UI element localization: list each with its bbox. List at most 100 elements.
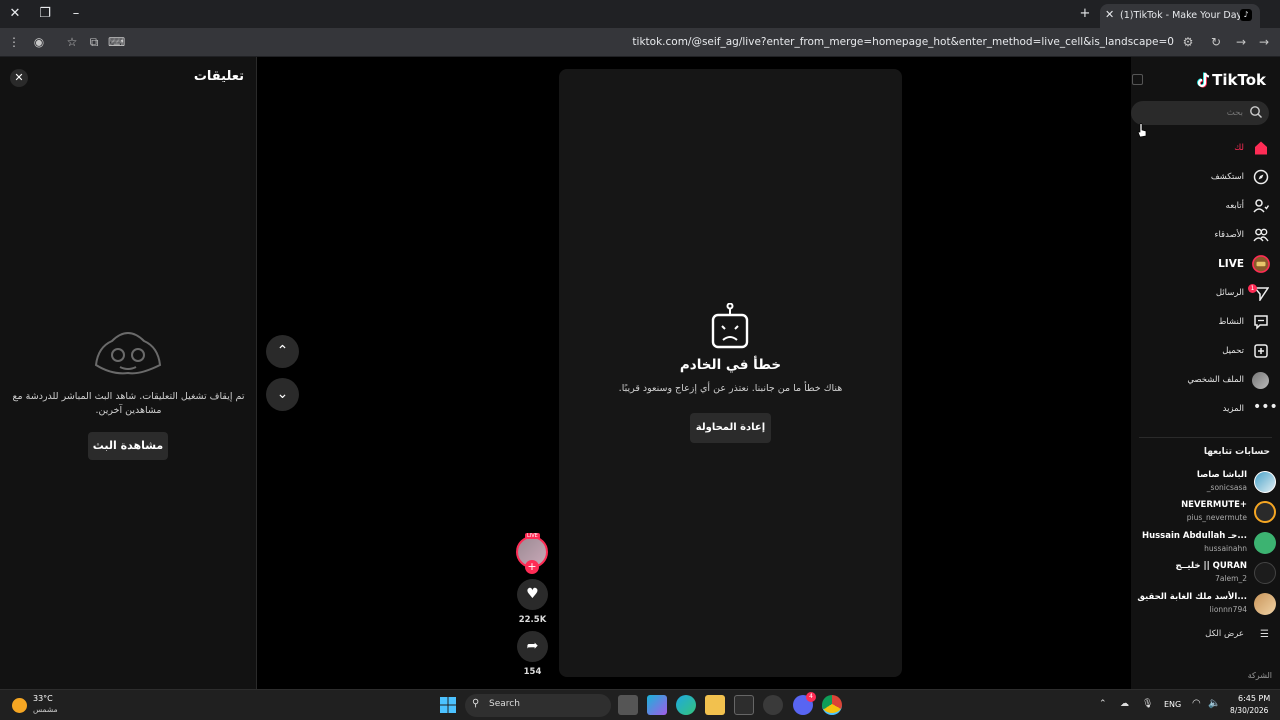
- collapse-sidebar-icon[interactable]: [1132, 74, 1143, 85]
- watch-live-button[interactable]: مشاهدة البث: [88, 432, 168, 460]
- live-video-player: خطأ في الخادم هناك خطأ ما من جانبنا. نعت…: [559, 69, 902, 677]
- account-name: الأسد ملك الغابة الحقيق...: [1137, 592, 1247, 602]
- tiktok-logo[interactable]: TikTok: [1197, 71, 1266, 89]
- nav-label: الرسائل: [1215, 288, 1244, 298]
- windows-start-icon[interactable]: [438, 695, 458, 715]
- nav-upload[interactable]: تحميل: [1131, 339, 1280, 365]
- share-button[interactable]: ➦: [517, 631, 548, 662]
- tiktok-page: ✕ تعليقات تم إيقاف تشغيل التعليقات. شاهد…: [0, 57, 1280, 689]
- following-accounts-title: حسابات تتابعها: [1203, 447, 1270, 457]
- task-view-icon[interactable]: [618, 695, 638, 715]
- bookmark-star-icon[interactable]: ☆: [64, 34, 80, 50]
- comments-disabled-message: تم إيقاف تشغيل التعليقات. شاهد البث المب…: [12, 391, 245, 416]
- account-handle: 7alem_2: [1215, 574, 1247, 583]
- microphone-icon[interactable]: 🎙: [1142, 699, 1153, 709]
- follow-plus-button[interactable]: +: [525, 560, 539, 574]
- search-input[interactable]: [1139, 105, 1243, 121]
- minimize-window-icon[interactable]: –: [67, 5, 85, 23]
- account-handle: hussainahn: [1204, 544, 1247, 553]
- nav-live[interactable]: LIVE: [1131, 252, 1280, 278]
- nav-activity[interactable]: النشاط: [1131, 310, 1280, 336]
- close-tab-icon[interactable]: ✕: [1105, 8, 1114, 21]
- taskbar-search[interactable]: ⚲ Search: [465, 694, 611, 717]
- close-window-icon[interactable]: ✕: [6, 5, 24, 23]
- clock-date[interactable]: 8/30/2026: [1230, 706, 1268, 715]
- forward-icon[interactable]: →: [1233, 34, 1249, 50]
- store-icon[interactable]: [734, 695, 754, 715]
- heart-icon: ♥: [526, 586, 539, 602]
- account-name: الباشا صاصا: [1196, 470, 1247, 480]
- friends-icon: [1253, 228, 1269, 242]
- likes-count: 22.5K: [518, 615, 547, 625]
- nav-label: LIVE: [1218, 258, 1244, 270]
- language-indicator[interactable]: ENG: [1164, 700, 1181, 709]
- nav-for-you[interactable]: لك: [1131, 136, 1280, 162]
- reload-icon[interactable]: ↻: [1208, 34, 1224, 50]
- nav-more[interactable]: المزيد •••: [1131, 397, 1280, 423]
- new-tab-icon[interactable]: +: [1076, 5, 1094, 23]
- nav-messages[interactable]: الرسائل 1: [1131, 281, 1280, 307]
- taskbar-search-label: Search: [489, 699, 520, 709]
- chrome-icon[interactable]: [822, 695, 842, 715]
- sun-icon: [12, 698, 27, 713]
- tiktok-note-icon: [1197, 72, 1210, 88]
- volume-icon[interactable]: 🔈: [1208, 698, 1220, 709]
- robot-error-icon: [711, 303, 749, 349]
- retry-button[interactable]: إعادة المحاولة: [690, 413, 771, 443]
- nav-friends[interactable]: الأصدقاء: [1131, 223, 1280, 249]
- back-icon[interactable]: →: [1256, 34, 1272, 50]
- menu-dots-icon[interactable]: ⋮: [6, 34, 22, 50]
- wifi-icon[interactable]: ◠: [1192, 698, 1201, 709]
- site-settings-icon[interactable]: ⚙: [1180, 34, 1196, 50]
- comments-off-illustration: [94, 332, 162, 375]
- nav-explore[interactable]: استكشف: [1131, 165, 1280, 191]
- copilot-icon[interactable]: [647, 695, 667, 715]
- upload-icon: [1254, 344, 1268, 358]
- account-avatar: [1254, 562, 1276, 584]
- restore-window-icon[interactable]: ❐: [36, 5, 54, 23]
- nav-label: المزيد: [1222, 404, 1244, 414]
- screenshot-icon[interactable]: ⧉: [86, 34, 102, 50]
- github-icon[interactable]: [763, 695, 783, 715]
- account-name: خليــج || QURAN: [1175, 561, 1247, 571]
- account-name: NEVERMUTE+: [1181, 500, 1247, 510]
- see-all-button[interactable]: عرض الكل ☰: [1131, 626, 1280, 646]
- account-avatar: [1254, 501, 1276, 523]
- nav-label: الملف الشخصي: [1187, 375, 1244, 385]
- following-account[interactable]: الباشا صاصا _sonicsasa: [1131, 468, 1280, 496]
- company-link[interactable]: الشركة: [1248, 671, 1272, 680]
- weather-temperature[interactable]: 33°C: [33, 694, 53, 703]
- nav-label: لك: [1234, 143, 1244, 153]
- server-error-message: هناك خطأ ما من جانبنا. نعتذر عن أي إزعاج…: [618, 383, 843, 394]
- network-cloud-icon[interactable]: ☁: [1120, 699, 1129, 709]
- discord-icon[interactable]: 4: [793, 692, 816, 715]
- search-icon[interactable]: [1249, 105, 1263, 119]
- url-field[interactable]: tiktok.com/@seif_ag/live?enter_from_merg…: [632, 36, 1174, 48]
- account-avatar: [1254, 471, 1276, 493]
- nav-label: استكشف: [1210, 172, 1244, 182]
- following-account[interactable]: الأسد ملك الغابة الحقيق... lionnn794: [1131, 590, 1280, 618]
- account-handle: pius_nevermute: [1186, 513, 1247, 522]
- clock-time[interactable]: 6:45 PM: [1238, 694, 1270, 703]
- like-button[interactable]: ♥: [517, 579, 548, 610]
- show-hidden-icons-icon[interactable]: ⌃: [1099, 699, 1107, 709]
- translate-icon[interactable]: ⌨: [108, 34, 125, 50]
- search-box[interactable]: [1131, 101, 1269, 125]
- nav-following[interactable]: أتابعه: [1131, 194, 1280, 220]
- profile-icon[interactable]: ◉: [31, 34, 47, 50]
- next-video-button[interactable]: ⌄: [266, 378, 299, 411]
- weather-condition: مشمس: [33, 705, 58, 714]
- file-explorer-icon[interactable]: [705, 695, 725, 715]
- browser-tab[interactable]: ✕ (1)TikTok - Make Your Day ♪: [1100, 4, 1260, 28]
- following-account[interactable]: Hussain Abdullah حـ... hussainahn: [1131, 529, 1280, 557]
- nav-profile[interactable]: الملف الشخصي: [1131, 368, 1280, 394]
- following-account[interactable]: NEVERMUTE+ pius_nevermute: [1131, 498, 1280, 526]
- comments-title: تعليقات: [193, 69, 244, 84]
- account-handle: _sonicsasa: [1206, 483, 1247, 492]
- edge-icon[interactable]: [676, 695, 696, 715]
- shares-count: 154: [523, 667, 542, 677]
- close-comments-button[interactable]: ✕: [10, 69, 28, 87]
- following-account[interactable]: خليــج || QURAN 7alem_2: [1131, 559, 1280, 587]
- previous-video-button[interactable]: ⌃: [266, 335, 299, 368]
- search-icon: ⚲: [472, 698, 480, 709]
